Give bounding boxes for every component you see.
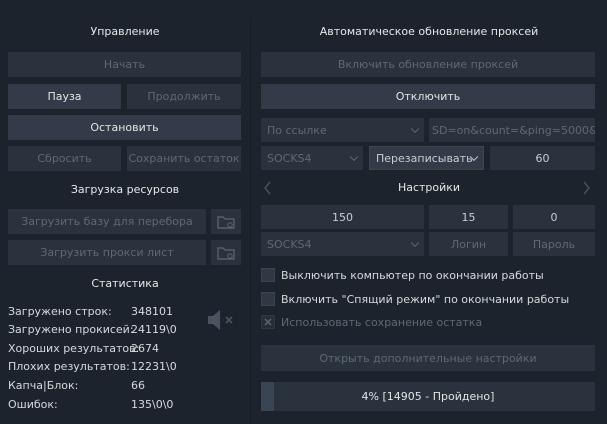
save-remainder-button[interactable]: Сохранить остаток [127, 146, 241, 171]
proxy-type-value: SOCKS4 [267, 151, 312, 165]
source-select-value: По ссылке [267, 123, 327, 137]
chevron-down-icon [349, 152, 359, 162]
stop-button[interactable]: Остановить [8, 115, 241, 140]
stat-label: Загружено прокисей: [8, 323, 134, 336]
proxy-url-input[interactable]: SD=on&count=&ping=5000&t [429, 118, 595, 142]
sleep-checkbox[interactable] [261, 292, 275, 306]
save-remainder-checkbox[interactable] [261, 315, 275, 329]
start-button[interactable]: Начать [8, 52, 241, 77]
proxy-update-title: Автоматическое обновление проксей [319, 25, 539, 38]
stat-label: Плохих результатов: [8, 360, 130, 373]
save-remainder-checkbox-label: Использовать сохранение остатка [281, 316, 483, 329]
chevron-down-icon [410, 238, 420, 248]
speaker-muted-icon [208, 310, 233, 330]
control-title: Управление [90, 25, 160, 38]
settings-title: Настройки [397, 181, 461, 194]
advanced-settings-button[interactable]: Открыть дополнительные настройки [261, 345, 595, 371]
mode-select-value: Перезаписывать [376, 151, 473, 165]
interval-input[interactable]: 60 [490, 146, 595, 170]
stat-value: 348101 [131, 305, 173, 318]
close-icon [264, 318, 272, 326]
stat-value: 66 [131, 379, 145, 392]
shutdown-checkbox[interactable] [261, 268, 275, 282]
threads-input[interactable]: 150 [261, 205, 424, 229]
continue-button[interactable]: Продолжить [127, 84, 241, 109]
resources-title: Загрузка ресурсов [70, 183, 180, 196]
proxy-type-select[interactable]: SOCKS4 [261, 146, 363, 170]
stat-value: 24119\0 [131, 323, 177, 336]
load-base-button[interactable]: Загрузить базу для перебора [8, 209, 206, 234]
progress-bar: 4% [14905 - Пройдено] [261, 382, 595, 411]
shutdown-checkbox-label: Выключить компьютер по окончании работы [281, 269, 544, 282]
source-select[interactable]: По ссылке [261, 118, 424, 142]
proxy-type2-value: SOCKS4 [267, 237, 312, 251]
stat-label: Загружено строк: [8, 305, 112, 318]
retries-input[interactable]: 0 [513, 205, 595, 229]
load-proxy-button[interactable]: Загрузить прокси лист [8, 240, 206, 265]
proxy-type2-select[interactable]: SOCKS4 [261, 232, 424, 256]
folder-icon [217, 215, 235, 229]
password-input[interactable]: Пароль [513, 232, 595, 256]
timeout-input[interactable]: 15 [429, 205, 508, 229]
progress-text: 4% [14905 - Пройдено] [361, 390, 495, 403]
next-button[interactable] [580, 180, 592, 196]
sleep-checkbox-label: Включить "Спящий режим" по окончании раб… [281, 293, 570, 306]
pause-button[interactable]: Пауза [8, 84, 121, 109]
login-input[interactable]: Логин [429, 232, 508, 256]
folder-icon [217, 246, 235, 260]
load-proxy-folder-button[interactable] [211, 240, 241, 265]
stats-title: Статистика [91, 277, 159, 290]
reset-button[interactable]: Сбросить [8, 146, 121, 171]
disable-button[interactable]: Отключить [261, 84, 595, 109]
mode-select[interactable]: Перезаписывать [369, 146, 484, 170]
enable-update-button[interactable]: Включить обновление проксей [261, 52, 595, 77]
stat-label: Хороших результатов: [8, 342, 140, 355]
stat-value: 2674 [131, 342, 159, 355]
sound-toggle[interactable] [205, 306, 237, 334]
stat-value: 135\0\0 [131, 398, 174, 411]
stat-label: Ошибок: [8, 398, 58, 411]
load-base-folder-button[interactable] [211, 209, 241, 234]
chevron-right-icon [583, 181, 590, 195]
panel-divider [250, 18, 251, 424]
chevron-down-icon [410, 124, 420, 134]
stat-label: Капча|Блок: [8, 379, 79, 392]
stat-value: 12231\0 [131, 360, 177, 373]
